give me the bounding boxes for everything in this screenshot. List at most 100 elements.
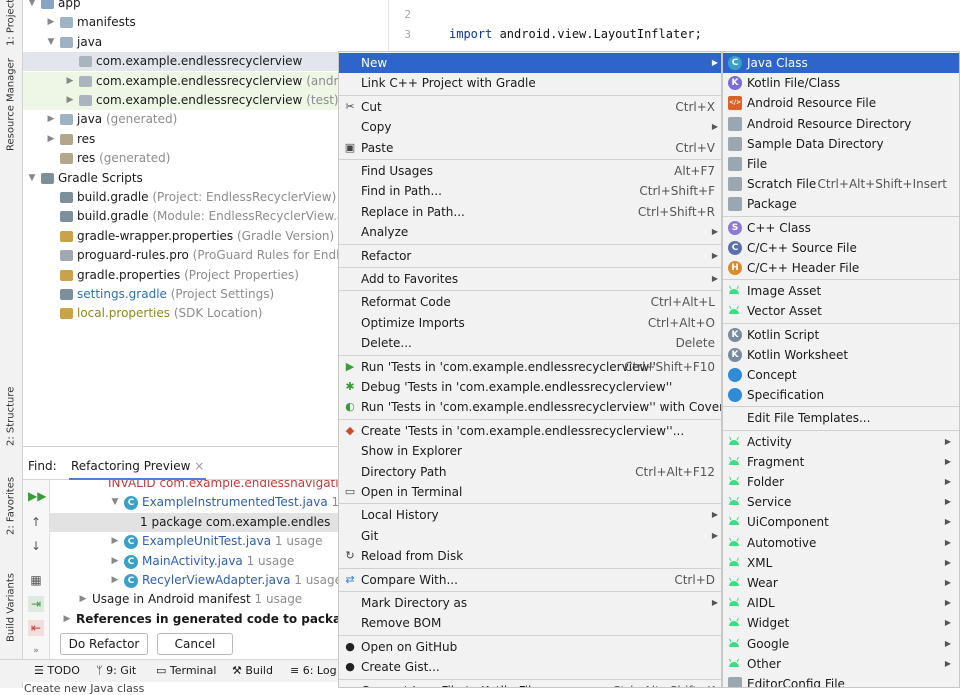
tree-row[interactable]: ▼ Gradle Scripts bbox=[23, 169, 388, 188]
new-submenu-item[interactable]: Activity ▶ bbox=[723, 432, 959, 452]
do-refactor-button[interactable]: Do Refactor bbox=[60, 633, 148, 655]
chevron-right-icon[interactable]: ▶ bbox=[46, 13, 56, 32]
context-menu-item[interactable]: Copy ▶ bbox=[339, 117, 721, 137]
context-menu-item[interactable]: Delete... Delete bbox=[339, 333, 721, 353]
new-submenu-item[interactable]: Other ▶ bbox=[723, 654, 959, 674]
context-menu-item[interactable]: Find Usages Alt+F7 bbox=[339, 161, 721, 181]
tree-row[interactable]: ▶ manifests bbox=[23, 13, 388, 32]
chevron-down-icon[interactable]: ▼ bbox=[27, 0, 37, 13]
new-submenu-item[interactable]: Concept bbox=[723, 365, 959, 385]
context-menu-item[interactable]: Analyze ▶ bbox=[339, 222, 721, 242]
context-menu-item[interactable]: Remove BOM bbox=[339, 613, 721, 633]
new-submenu-item[interactable]: Widget ▶ bbox=[723, 613, 959, 633]
new-submenu-item[interactable]: Folder ▶ bbox=[723, 472, 959, 492]
context-menu-item[interactable]: Add to Favorites ▶ bbox=[339, 269, 721, 289]
find-result-row[interactable]: ▶ References in generated code to package… bbox=[50, 610, 338, 629]
context-menu-item[interactable]: Directory Path Ctrl+Alt+F12 bbox=[339, 462, 721, 482]
context-menu-item[interactable]: ▣ Paste Ctrl+V bbox=[339, 138, 721, 158]
context-menu-item[interactable]: Convert Java File to Kotlin File Ctrl+Alt… bbox=[339, 681, 721, 687]
exclude-icon[interactable]: ⇤ bbox=[28, 620, 44, 636]
context-menu-item[interactable]: ◆ Create 'Tests in 'com.example.endlessre… bbox=[339, 421, 721, 441]
context-menu-item[interactable]: Git ▶ bbox=[339, 526, 721, 546]
tree-row[interactable]: gradle-wrapper.properties (Gradle Versio… bbox=[23, 227, 388, 246]
group-by-icon[interactable]: ▦ bbox=[28, 572, 44, 588]
context-menu-item[interactable]: ✂ Cut Ctrl+X bbox=[339, 97, 721, 117]
tree-row[interactable]: res (generated) bbox=[23, 149, 388, 168]
chevron-right-icon[interactable]: ▶ bbox=[46, 130, 56, 149]
context-menu-item[interactable]: Show in Explorer bbox=[339, 441, 721, 461]
new-submenu-item[interactable]: File bbox=[723, 154, 959, 174]
include-icon[interactable]: ⇥ bbox=[28, 596, 44, 612]
find-result-row[interactable]: ▶ C MainActivity.java 1 usage bbox=[50, 552, 338, 571]
context-menu-item[interactable]: Refactor ▶ bbox=[339, 246, 721, 266]
find-result-row[interactable]: ▶ C ExampleUnitTest.java 1 usage bbox=[50, 532, 338, 551]
context-menu-item[interactable]: ↻ Reload from Disk bbox=[339, 546, 721, 566]
context-menu-item[interactable]: Replace in Path... Ctrl+Shift+R bbox=[339, 202, 721, 222]
tree-row[interactable]: com.example.endlessrecyclerview bbox=[23, 52, 388, 72]
chevron-down-icon[interactable]: ▼ bbox=[27, 169, 37, 188]
favorites-tool-tab[interactable]: 2: Favorites bbox=[2, 470, 20, 542]
new-submenu-item[interactable]: K Kotlin Script bbox=[723, 325, 959, 345]
context-menu-item[interactable]: Mark Directory as ▶ bbox=[339, 593, 721, 613]
tree-row[interactable]: ▶ java (generated) bbox=[23, 110, 388, 129]
new-submenu-item[interactable]: Fragment ▶ bbox=[723, 452, 959, 472]
find-result-row[interactable]: INVALID com.example.endlessnavigati bbox=[50, 480, 338, 493]
new-submenu-item[interactable]: Google ▶ bbox=[723, 634, 959, 654]
find-result-row[interactable]: ▶ Usage in Android manifest 1 usage bbox=[50, 590, 338, 609]
chevron-down-icon[interactable]: ▼ bbox=[110, 493, 120, 512]
new-submenu-item[interactable]: XML ▶ bbox=[723, 553, 959, 573]
chevron-down-icon[interactable]: ▼ bbox=[46, 33, 56, 52]
git-tool-tab[interactable]: ᛘ 9: Git bbox=[96, 664, 136, 677]
new-submenu-item[interactable]: Specification bbox=[723, 385, 959, 405]
new-submenu-item[interactable]: UiComponent ▶ bbox=[723, 512, 959, 532]
find-result-row[interactable]: 1 package com.example.endles bbox=[50, 512, 338, 532]
new-submenu-item[interactable]: Vector Asset bbox=[723, 301, 959, 321]
todo-tool-tab[interactable]: ☰ TODO bbox=[34, 664, 80, 677]
tree-row[interactable]: ▶ res bbox=[23, 130, 388, 149]
context-menu-item[interactable]: Reformat Code Ctrl+Alt+L bbox=[339, 292, 721, 312]
logcat-tool-tab[interactable]: ≡ 6: Log bbox=[290, 664, 337, 677]
arrow-up-icon[interactable]: ↑ bbox=[28, 514, 44, 530]
chevron-right-icon[interactable]: ▶ bbox=[78, 590, 88, 609]
find-result-row[interactable]: ▶ C RecylerViewAdapter.java 1 usage bbox=[50, 571, 338, 590]
context-menu-item[interactable]: ● Create Gist... bbox=[339, 657, 721, 677]
new-submenu-item[interactable]: Package bbox=[723, 194, 959, 214]
new-submenu-item[interactable]: Wear ▶ bbox=[723, 573, 959, 593]
terminal-tool-tab[interactable]: ▭ Terminal bbox=[156, 664, 216, 677]
context-menu-item[interactable]: Link C++ Project with Gradle bbox=[339, 73, 721, 93]
new-submenu-item[interactable]: Image Asset bbox=[723, 281, 959, 301]
context-menu-item[interactable]: Find in Path... Ctrl+Shift+F bbox=[339, 181, 721, 201]
new-submenu-item[interactable]: Android Resource Directory bbox=[723, 114, 959, 134]
context-menu-item[interactable]: ▭ Open in Terminal bbox=[339, 482, 721, 502]
cancel-button[interactable]: Cancel bbox=[157, 633, 233, 655]
chevron-right-icon[interactable]: ▶ bbox=[62, 610, 72, 629]
context-menu-item[interactable]: ▶ Run 'Tests in 'com.example.endlessrecyc… bbox=[339, 357, 721, 377]
code-editor[interactable]: 2 3 import android.view.LayoutInflater; bbox=[388, 0, 960, 56]
context-menu-item[interactable]: Optimize Imports Ctrl+Alt+O bbox=[339, 313, 721, 333]
context-menu-item[interactable]: New ▶ bbox=[339, 53, 721, 73]
tree-row[interactable]: local.properties (SDK Location) bbox=[23, 304, 388, 323]
new-submenu-item[interactable]: AIDL ▶ bbox=[723, 593, 959, 613]
find-results[interactable]: INVALID com.example.endlessnavigati ▼ C Exa… bbox=[50, 480, 338, 630]
new-submenu-item[interactable]: K Kotlin File/Class bbox=[723, 73, 959, 93]
new-submenu-item[interactable]: EditorConfig File bbox=[723, 674, 959, 687]
new-submenu-item[interactable]: H C/C++ Header File bbox=[723, 258, 959, 278]
new-submenu-item[interactable]: Automotive ▶ bbox=[723, 533, 959, 553]
new-submenu-item[interactable]: K Kotlin Worksheet bbox=[723, 345, 959, 365]
find-result-row[interactable]: ▼ C ExampleInstrumentedTest.java 1 us bbox=[50, 493, 338, 512]
close-icon[interactable]: × bbox=[194, 459, 204, 473]
chevron-right-icon[interactable]: ▶ bbox=[46, 110, 56, 129]
chevron-right-icon[interactable]: ▶ bbox=[110, 571, 120, 590]
chevron-right-icon[interactable]: ▶ bbox=[65, 72, 75, 91]
context-menu-item[interactable]: ⇄ Compare With... Ctrl+D bbox=[339, 570, 721, 590]
new-submenu-item[interactable]: C C/C++ Source File bbox=[723, 238, 959, 258]
chevron-right-icon[interactable]: ▶ bbox=[65, 91, 75, 110]
project-tree[interactable]: ▼ app ▶ manifests ▼ java com.example.endlessre… bbox=[23, 0, 388, 446]
new-submenu-item[interactable]: Scratch File Ctrl+Alt+Shift+Insert bbox=[723, 174, 959, 194]
more-icon[interactable]: » bbox=[28, 643, 44, 659]
tree-row[interactable]: build.gradle (Module: EndlessRecyclerVie… bbox=[23, 207, 388, 226]
new-submenu-item[interactable]: S C++ Class bbox=[723, 218, 959, 238]
tree-row[interactable]: settings.gradle (Project Settings) bbox=[23, 285, 388, 304]
tree-row[interactable]: proguard-rules.pro (ProGuard Rules for E… bbox=[23, 246, 388, 265]
context-menu-item[interactable]: ◐ Run 'Tests in 'com.example.endlessrecyc… bbox=[339, 397, 721, 417]
